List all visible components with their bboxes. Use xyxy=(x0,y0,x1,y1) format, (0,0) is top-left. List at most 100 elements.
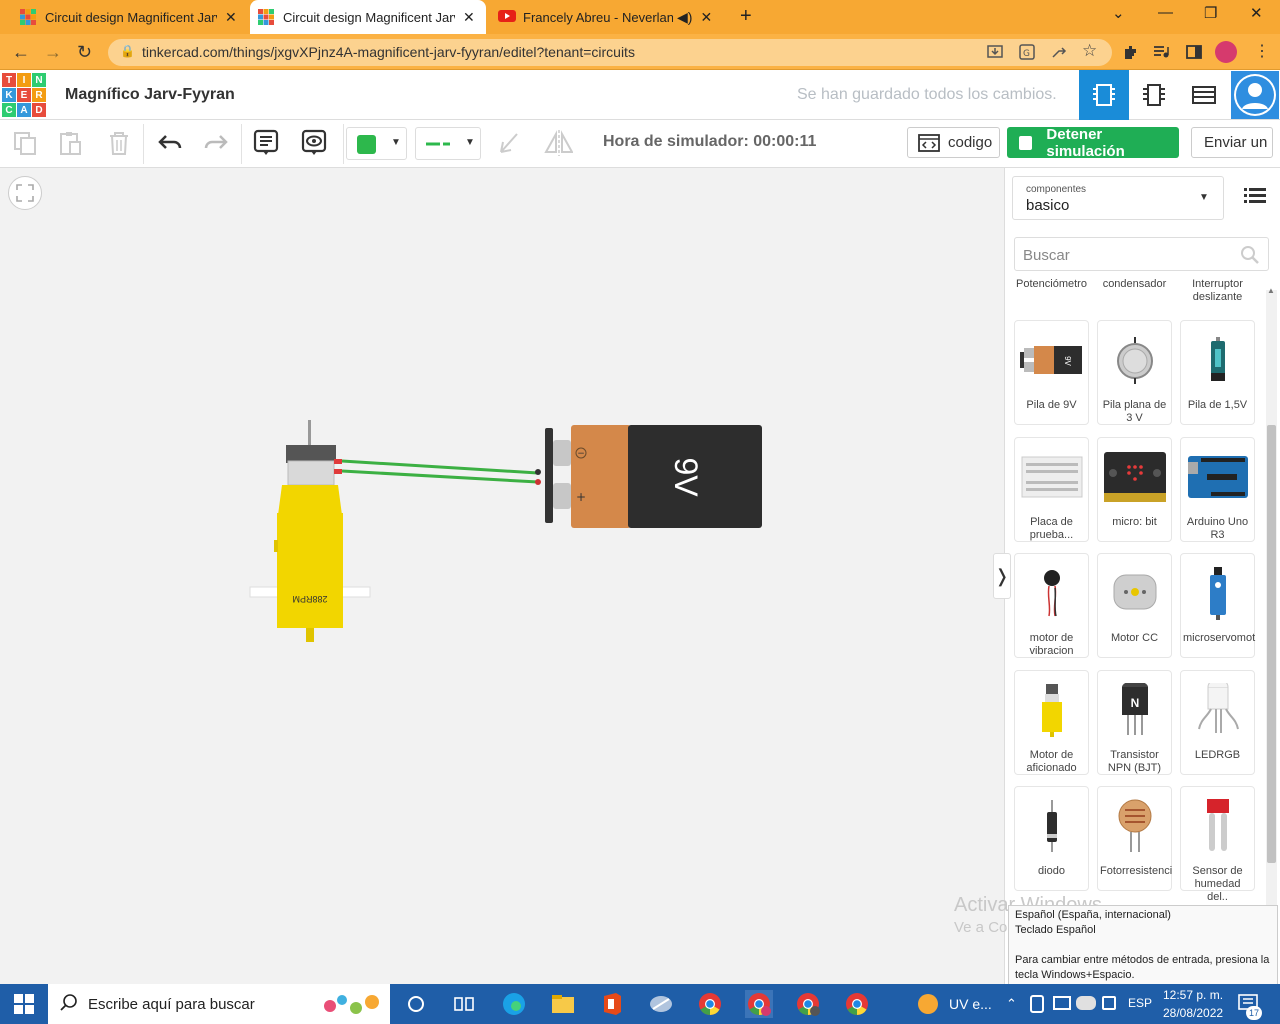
schematic-view-button[interactable] xyxy=(1129,70,1179,120)
component-card-npn-transistor[interactable]: N Transistor NPN (BJT) xyxy=(1097,670,1172,775)
side-panel-icon[interactable] xyxy=(1185,43,1203,61)
forward-icon[interactable]: → xyxy=(44,42,62,63)
uv-weather-icon[interactable] xyxy=(918,994,938,1014)
minimize-icon[interactable]: — xyxy=(1158,4,1173,21)
component-card-diode[interactable]: diodo xyxy=(1014,786,1089,891)
tinkercad-logo[interactable]: T I N K E R C A D xyxy=(2,73,46,117)
component-label[interactable]: Interruptor deslizante xyxy=(1180,278,1254,302)
onedrive-icon[interactable] xyxy=(1076,996,1096,1010)
close-tab-icon[interactable]: ✕ xyxy=(225,9,237,26)
clock-date[interactable]: 28/08/2022 xyxy=(1163,1006,1223,1020)
menu-dots-icon[interactable]: ⋮ xyxy=(1254,41,1272,60)
scroll-up-arrow-icon[interactable]: ▲ xyxy=(1267,286,1275,295)
component-card-hobby-motor[interactable]: Motor de aficionado xyxy=(1014,670,1089,775)
windows-start-icon[interactable] xyxy=(14,994,34,1019)
delete-button[interactable] xyxy=(104,128,134,158)
chrome-icon[interactable] xyxy=(843,990,871,1018)
redo-button[interactable] xyxy=(201,128,231,158)
browser-tab-3[interactable]: Francely Abreu - Neverland ◀) ✕ xyxy=(490,0,720,34)
back-icon[interactable]: ← xyxy=(12,42,30,63)
circuit-view-button[interactable] xyxy=(1079,70,1129,120)
moisture-sensor-icon xyxy=(1206,799,1229,851)
chevron-up-icon[interactable]: ⌃ xyxy=(1006,996,1017,1012)
close-tab-icon[interactable]: ✕ xyxy=(463,9,475,26)
component-card-vibration-motor[interactable]: motor de vibracion xyxy=(1014,553,1089,658)
component-search-input[interactable]: Buscar xyxy=(1014,237,1269,271)
component-card-microbit[interactable]: micro: bit xyxy=(1097,437,1172,542)
component-card-micro-servo[interactable]: microservomot xyxy=(1180,553,1255,658)
chrome-profile-icon[interactable] xyxy=(745,990,773,1018)
copy-button[interactable] xyxy=(10,128,40,158)
undo-button[interactable] xyxy=(155,128,185,158)
panel-scrollbar-thumb[interactable] xyxy=(1267,425,1276,863)
rotate-button[interactable] xyxy=(495,128,525,158)
component-card-coin-cell[interactable]: Pila plana de 3 V xyxy=(1097,320,1172,425)
volume-icon[interactable] xyxy=(1102,996,1116,1010)
list-view-toggle[interactable] xyxy=(1244,186,1266,209)
user-avatar[interactable] xyxy=(1231,71,1279,119)
motor-terminal-red xyxy=(334,459,342,464)
wire-type-picker[interactable]: ▼ xyxy=(415,127,481,160)
component-card-9v-battery[interactable]: 9V Pila de 9V xyxy=(1014,320,1089,425)
new-tab-icon[interactable]: + xyxy=(740,5,752,28)
media-control-icon[interactable] xyxy=(1152,43,1170,61)
wire-endpoint xyxy=(535,469,541,475)
notes-button[interactable] xyxy=(251,128,281,158)
file-explorer-icon[interactable] xyxy=(549,990,577,1018)
task-view-icon[interactable] xyxy=(450,990,478,1018)
flip-button[interactable] xyxy=(543,128,573,158)
office-icon[interactable] xyxy=(598,990,626,1018)
collapse-panel-button[interactable]: ❭ xyxy=(993,553,1011,599)
component-card-soil-moisture[interactable]: Sensor de humedad del.. xyxy=(1180,786,1255,903)
component-card-breadboard[interactable]: Placa de prueba... xyxy=(1014,437,1089,542)
restore-icon[interactable]: ❐ xyxy=(1204,4,1217,22)
audio-playing-icon[interactable]: ◀) xyxy=(677,9,692,26)
motor-terminal-red xyxy=(334,469,342,474)
share-icon[interactable] xyxy=(1050,43,1068,61)
schematic-view-icon xyxy=(1143,84,1165,106)
cortana-icon[interactable] xyxy=(402,990,430,1018)
stop-simulation-button[interactable]: Detener simulación xyxy=(1007,126,1179,160)
browser-tab-2[interactable]: Circuit design Magnificent Jarv-Fyyran ✕ xyxy=(250,0,486,34)
component-label[interactable]: condensador xyxy=(1097,278,1172,291)
tab-search-icon[interactable]: ⌄ xyxy=(1112,4,1125,22)
search-icon xyxy=(60,994,78,1016)
browser-tab-1[interactable]: Circuit design Magnificent Jarv-Fyyran ✕ xyxy=(12,0,245,34)
component-card-photoresistor[interactable]: Fotorresistenci xyxy=(1097,786,1172,891)
close-tab-icon[interactable]: ✕ xyxy=(700,9,712,26)
bookmark-star-icon[interactable]: ☆ xyxy=(1082,41,1100,60)
clock-time[interactable]: 12:57 p. m. xyxy=(1163,988,1223,1002)
notes-visibility-button[interactable] xyxy=(299,128,329,158)
chrome-profile-icon[interactable] xyxy=(794,990,822,1018)
network-icon[interactable] xyxy=(1053,996,1071,1010)
list-icon xyxy=(1244,188,1266,203)
install-icon[interactable] xyxy=(986,43,1004,61)
profile-avatar-icon[interactable] xyxy=(1215,41,1237,63)
snipping-tool-icon[interactable] xyxy=(647,990,675,1018)
component-list-view-button[interactable] xyxy=(1179,70,1229,120)
component-card-dc-motor[interactable]: Motor CC xyxy=(1097,553,1172,658)
component-label[interactable]: Potenciómetro xyxy=(1014,278,1089,291)
component-card-aa-battery[interactable]: Pila de 1,5V xyxy=(1180,320,1255,425)
taskbar-search-box[interactable]: Escribe aquí para buscar xyxy=(48,984,390,1024)
component-card-arduino[interactable]: Arduino Uno R3 xyxy=(1180,437,1255,542)
chrome-icon[interactable] xyxy=(696,990,724,1018)
project-title[interactable]: Magnífico Jarv-Fyyran xyxy=(65,86,235,104)
close-window-icon[interactable]: ✕ xyxy=(1250,4,1263,22)
reload-icon[interactable]: ↻ xyxy=(77,42,92,63)
paste-button[interactable] xyxy=(56,128,86,158)
input-language[interactable]: ESP xyxy=(1128,996,1152,1010)
send-to-button[interactable]: Enviar un xyxy=(1191,127,1273,158)
extensions-icon[interactable] xyxy=(1121,43,1139,61)
edge-icon[interactable] xyxy=(500,990,528,1018)
color-picker[interactable]: ▼ xyxy=(346,127,407,160)
component-card-rgb-led[interactable]: LEDRGB xyxy=(1180,670,1255,775)
translate-icon[interactable]: G xyxy=(1018,43,1036,61)
zoom-to-fit-button[interactable] xyxy=(8,176,42,210)
9v-battery[interactable]: − + 9V xyxy=(545,425,762,528)
usb-icon[interactable] xyxy=(1030,995,1044,1013)
address-bar[interactable]: 🔒 tinkercad.com/things/jxgvXPjnz4A-magni… xyxy=(108,39,1112,66)
code-button[interactable]: codigo xyxy=(907,127,1000,158)
uv-weather-label[interactable]: UV e... xyxy=(949,996,992,1012)
hobby-gear-motor[interactable]: 288RPM xyxy=(249,420,371,642)
